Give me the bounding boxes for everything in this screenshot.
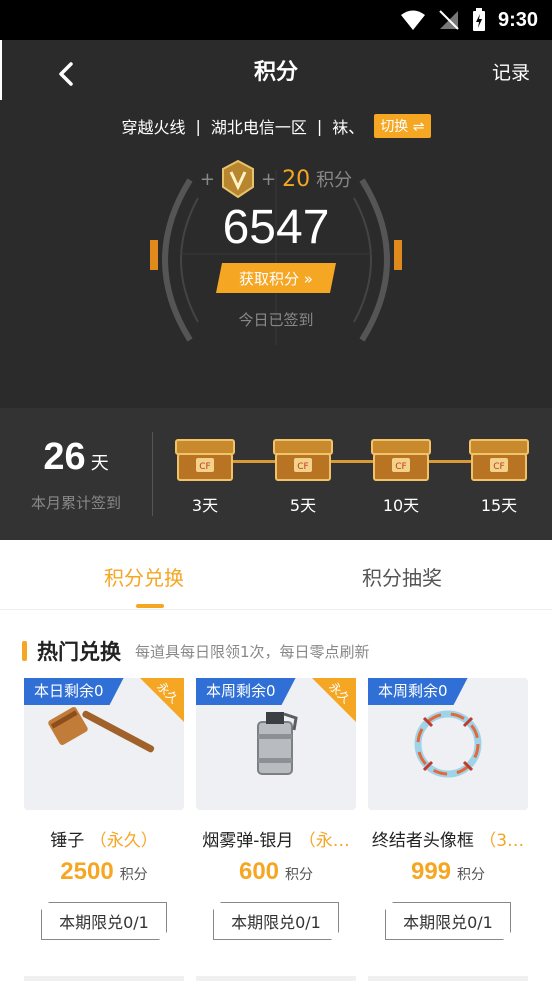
treasure-chest-icon[interactable]: CF [468, 436, 530, 482]
records-link[interactable]: 记录 [492, 58, 530, 85]
exchange-panel: 积分兑换 积分抽奖 热门兑换 每道具每日限领1次，每日零点刷新 本日剩余0 永久… [0, 540, 552, 981]
month-sign-count: 26 天 [0, 436, 152, 479]
svg-text:CF: CF [493, 462, 504, 472]
plus-sign: + [261, 168, 277, 190]
sign-in-progress: 26 天 本月累计签到 CF 3天 CF 5天 CF 10天 CF 15天 [0, 408, 552, 540]
role-name: 袜、 [332, 118, 365, 137]
sign-bonus: + + 20 积分 [0, 160, 552, 198]
item-name: 烟雾弹-银月 （永… [202, 831, 350, 851]
chest-label: 10天 [382, 496, 420, 515]
section-title: 热门兑换 [37, 640, 121, 664]
status-bar: 9:30 [0, 0, 552, 40]
vip-badge-icon [222, 160, 254, 198]
game-name: 穿越火线 [121, 118, 186, 137]
clock: 9:30 [497, 8, 538, 31]
plus-sign: + [199, 168, 215, 190]
next-card-peek [24, 976, 184, 981]
redeem-limit-button[interactable]: 本期限兑0/1 [385, 902, 511, 940]
item-price: 600 积分 [238, 858, 314, 885]
item-price: 999 积分 [410, 858, 486, 885]
chest-label: 15天 [480, 496, 518, 515]
section-note: 每道具每日限领1次，每日零点刷新 [135, 642, 370, 661]
next-card-peek [368, 976, 528, 981]
exchange-item-card[interactable]: 本周剩余0 终结者头像框 （3… 999 积分 本期限兑0/1 [368, 678, 528, 978]
svg-text:CF: CF [297, 462, 308, 472]
remaining-tag: 本周剩余0 [368, 678, 468, 705]
exchange-item-card[interactable]: 本周剩余0 永久 烟雾弹-银月 （永… 600 积分 本期限兑0/1 [196, 678, 356, 978]
treasure-chest-icon[interactable]: CF [174, 436, 236, 482]
svg-text:CF: CF [395, 462, 406, 472]
battery-charging-icon [472, 8, 485, 31]
wifi-icon [400, 10, 425, 30]
month-days-unit: 天 [90, 453, 109, 474]
redeem-limit-button[interactable]: 本期限兑0/1 [213, 902, 339, 940]
bonus-amount: 20 [282, 166, 311, 192]
server-name: 湖北电信一区 [210, 118, 307, 137]
page-title: 积分 [253, 60, 298, 85]
item-price: 2500 积分 [60, 858, 148, 885]
next-card-peek [196, 976, 356, 981]
item-name: 锤子 （永久） [50, 831, 158, 851]
item-name: 终结者头像框 （3… [371, 831, 525, 851]
bonus-unit: 积分 [316, 170, 353, 191]
tab-points-lottery[interactable]: 积分抽奖 [362, 562, 442, 591]
chest-label: 3天 [191, 496, 219, 515]
no-signal-icon [439, 10, 459, 30]
points-total: 6547 [222, 201, 330, 254]
treasure-chest-icon[interactable]: CF [272, 436, 334, 482]
tab-bar: 积分兑换 积分抽奖 [0, 540, 552, 610]
separator: | [195, 116, 201, 136]
tab-points-exchange[interactable]: 积分兑换 [104, 562, 184, 591]
svg-text:CF: CF [199, 462, 210, 472]
progress-line [205, 460, 501, 463]
month-sign-label: 本月累计签到 [30, 494, 121, 512]
section-header: 热门兑换 每道具每日限领1次，每日零点刷新 [22, 636, 370, 666]
separator: | [316, 116, 323, 136]
redeem-limit-button[interactable]: 本期限兑0/1 [41, 902, 167, 940]
month-days-number: 26 [43, 436, 86, 478]
remaining-tag: 本日剩余0 [24, 678, 124, 705]
account-info: 穿越火线 | 湖北电信一区 | 袜、 切换 ⇌ [0, 114, 552, 138]
get-points-button[interactable]: 获取积分 » [216, 263, 336, 293]
signed-status: 今日已签到 [238, 311, 314, 329]
remaining-tag: 本周剩余0 [196, 678, 296, 705]
divider [152, 432, 153, 516]
chest-label: 5天 [289, 496, 317, 515]
active-tab-indicator [136, 604, 164, 608]
exchange-item-card[interactable]: 本日剩余0 永久 锤子 （永久） 2500 积分 本期限兑0/1 [24, 678, 184, 978]
points-header: 积分 记录 穿越火线 | 湖北电信一区 | 袜、 切换 ⇌ + + 20 积分 … [0, 40, 552, 408]
section-marker [22, 641, 27, 661]
switch-account-button[interactable]: 切换 ⇌ [374, 114, 431, 138]
treasure-chest-icon[interactable]: CF [370, 436, 432, 482]
